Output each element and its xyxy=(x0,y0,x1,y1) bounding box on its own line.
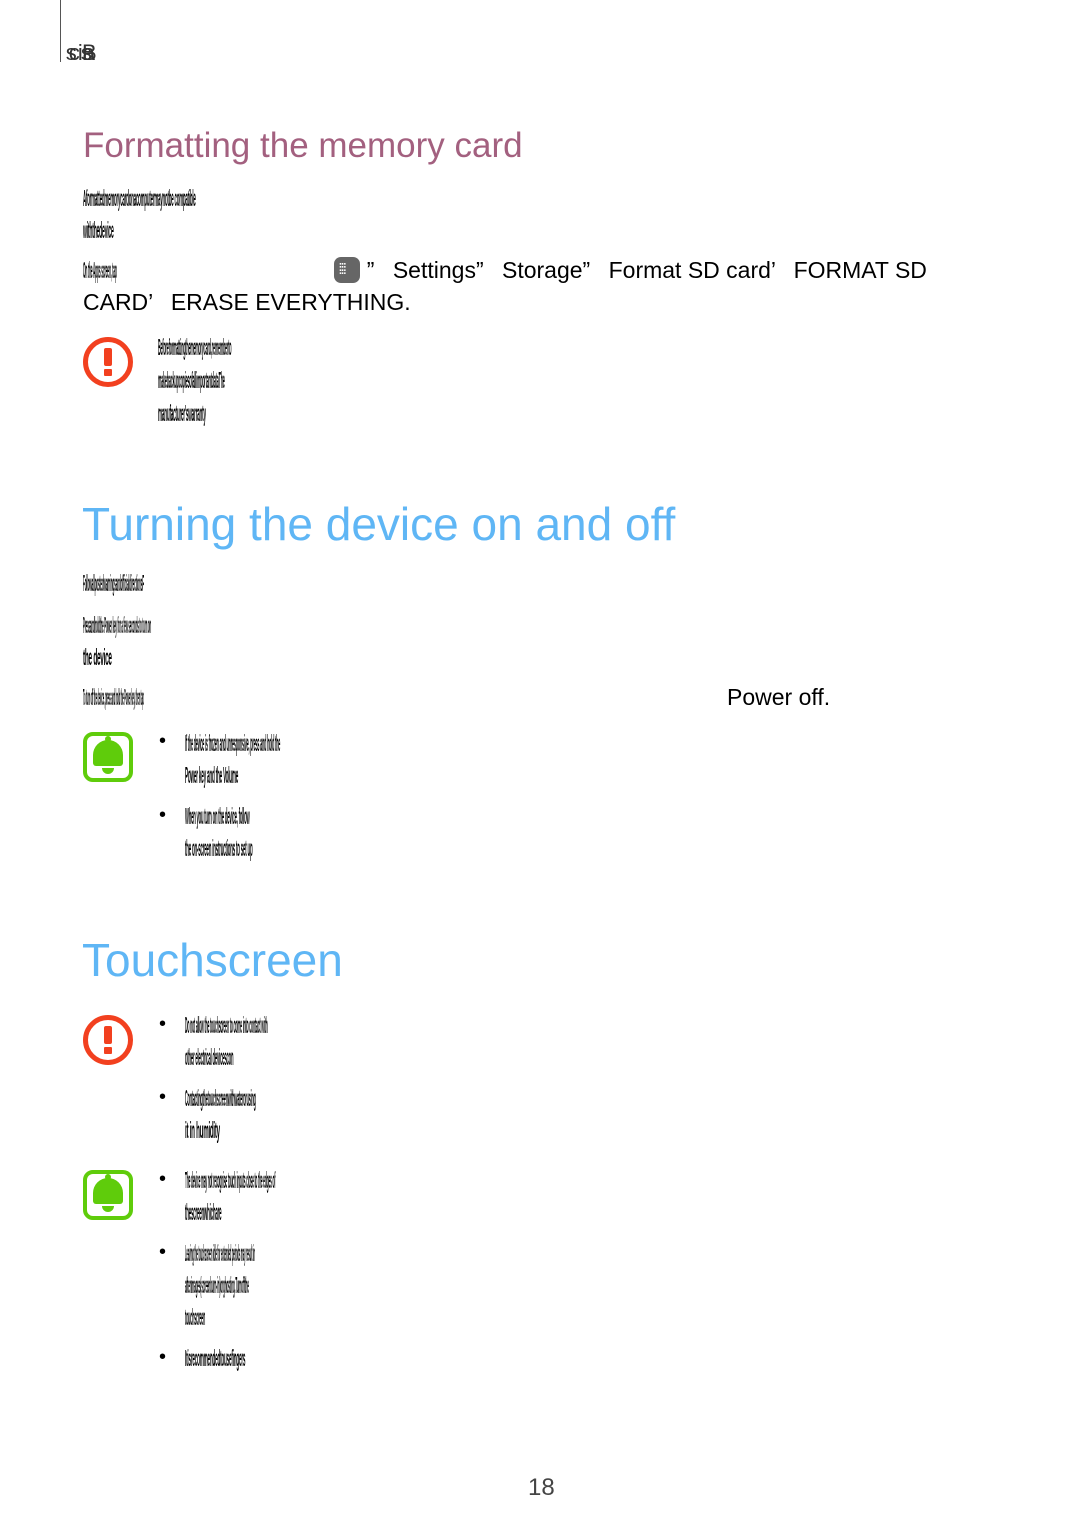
bullet: • xyxy=(159,1168,167,1190)
apps-icon xyxy=(334,257,361,283)
section-title-power: Turning the device on and off xyxy=(82,498,676,550)
power-off-label: Power off. xyxy=(727,684,831,710)
touch-warning-1-line-1: Do not allow the touchscreen to come int… xyxy=(185,1012,268,1038)
touch-warning-2-line-1: Contactingthetouchscreenwithwaterorusing xyxy=(185,1085,256,1111)
formatting-intro-line-1: Aformattedmemorycardonacomputermaynotbe … xyxy=(83,185,196,211)
section-title-touchscreen: Touchscreen xyxy=(82,934,343,986)
power-line-2: Pressandholdthe Power key for a few seco… xyxy=(83,612,152,638)
bullet: • xyxy=(159,1086,167,1108)
touch-warning-1-line-2: other electrical devicescon xyxy=(185,1044,234,1070)
section-title-formatting: Formatting the memory card xyxy=(83,126,523,165)
touch-warning-2-line-2: it in humidity xyxy=(185,1117,220,1143)
formatting-instruction-line-2: CARD’ ERASE EVERYTHING. xyxy=(83,286,411,318)
power-note-1-line-1: If the device is frozen and unresponsive… xyxy=(185,730,281,756)
page-number: 18 xyxy=(528,1474,555,1501)
path-format-sd: FORMAT SD xyxy=(793,257,927,283)
path-settings: Settings” xyxy=(392,257,484,283)
touch-note-2-line-3: touchscreen xyxy=(185,1304,206,1330)
touch-note-2-line-1: Leaving the touchscreen idle for extende… xyxy=(185,1240,255,1266)
bullet: • xyxy=(159,804,167,826)
warning-icon xyxy=(83,1015,133,1065)
note-icon xyxy=(83,1170,133,1220)
warning-icon xyxy=(83,337,133,387)
path-erase-everything: ERASE EVERYTHING. xyxy=(170,289,411,315)
power-line-1: Followallpostedwarningsandofficialdirect… xyxy=(83,570,144,596)
formatting-instruction: On the Apps screen, tap ” Settings” Stor… xyxy=(83,254,983,286)
bell-icon xyxy=(93,1174,123,1212)
margin-rule xyxy=(60,0,61,62)
path-format-sd-card: Format SD card’ xyxy=(608,257,776,283)
power-line-3: the device xyxy=(83,644,112,670)
bullet: • xyxy=(159,1346,167,1368)
formatting-warning-line-2: makebackupcopiesofallimportantdataThe xyxy=(158,367,225,393)
path-card: CARD’ xyxy=(83,289,153,315)
formatting-warning-line-3: manufacturer'swarranty xyxy=(158,400,206,426)
formatting-warning-line-1: Beforeformattingthememorycard,rememberto xyxy=(158,334,232,360)
touch-note-1-line-1: The device may not recognise touch input… xyxy=(185,1167,276,1193)
path-arrow-1: ” xyxy=(366,257,375,283)
touch-note-2-line-2: afterimages(screenburn-in)orghosting.Tur… xyxy=(185,1272,249,1298)
bullet: • xyxy=(159,1241,167,1263)
path-storage: Storage” xyxy=(502,257,591,283)
power-line-4: To turn off the device, press and hold t… xyxy=(83,684,144,710)
power-note-2-line-1: When you turn on the device, follow xyxy=(185,803,250,829)
power-note-2-line-2: the on-screen instructions to set up xyxy=(185,835,253,861)
touch-note-3-line-1: Itisrecommendedtousefingers xyxy=(185,1345,246,1371)
power-note-1-line-2: Power key and the Volume xyxy=(185,762,239,788)
formatting-intro-line-2: withthedevice xyxy=(83,217,114,243)
note-icon xyxy=(83,732,133,782)
bullet: • xyxy=(159,730,167,752)
bullet: • xyxy=(159,1013,167,1035)
touch-note-1-line-2: thescreenwhichare xyxy=(185,1199,222,1225)
bell-icon xyxy=(93,736,123,774)
